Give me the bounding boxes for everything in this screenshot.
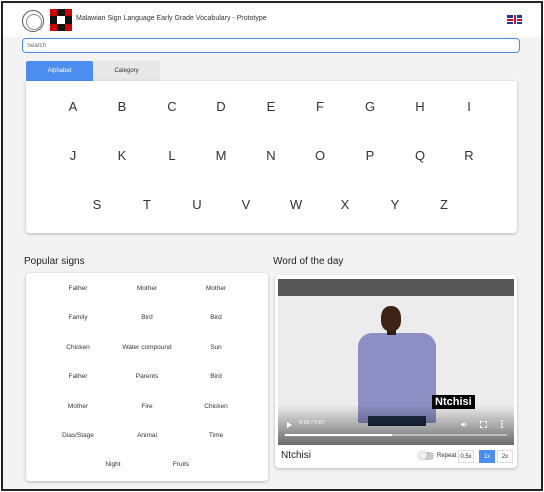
letter-z[interactable]: Z — [440, 197, 448, 212]
letter-p[interactable]: P — [366, 148, 375, 163]
repeat-label: Repeat — [437, 453, 457, 459]
letter-g[interactable]: G — [365, 99, 375, 114]
letter-a[interactable]: A — [69, 99, 78, 114]
sign-link[interactable]: Mother — [137, 285, 157, 292]
speed-2x-button[interactable]: 2x — [497, 450, 513, 463]
letter-c[interactable]: C — [167, 99, 176, 114]
search-input[interactable] — [22, 38, 520, 53]
letter-n[interactable]: N — [266, 148, 275, 163]
word-of-the-day-heading: Word of the day — [273, 256, 344, 267]
sign-link[interactable]: Mother — [206, 285, 226, 292]
letter-y[interactable]: Y — [391, 197, 400, 212]
video-time: 0:00 / 0:07 — [299, 420, 325, 426]
letter-d[interactable]: D — [216, 99, 225, 114]
checker-logo-icon — [50, 9, 72, 31]
speed-1x-button[interactable]: 1x — [479, 450, 495, 463]
sign-link[interactable]: Fruits — [173, 461, 189, 468]
letter-t[interactable]: T — [143, 197, 151, 212]
sign-link[interactable]: Time — [209, 432, 223, 439]
speed-0-5x-button[interactable]: 0.5x — [458, 450, 474, 463]
video-progress-fill — [285, 434, 392, 436]
repeat-toggle[interactable] — [418, 451, 434, 460]
sign-link[interactable]: Bird — [141, 314, 153, 321]
sign-video-player[interactable]: Ntchisi 0:00 / 0:07 — [278, 296, 514, 445]
letter-i[interactable]: I — [467, 99, 471, 114]
sign-link[interactable]: Sun — [210, 344, 222, 351]
letter-b[interactable]: B — [118, 99, 127, 114]
letter-x[interactable]: X — [341, 197, 350, 212]
sign-link[interactable]: Chicken — [204, 403, 227, 410]
sign-link[interactable]: Chicken — [66, 344, 89, 351]
sign-link[interactable]: Fire — [141, 403, 152, 410]
sign-link[interactable]: Animal — [137, 432, 157, 439]
sign-link[interactable]: Bird — [210, 373, 222, 380]
letter-f[interactable]: F — [316, 99, 324, 114]
uk-flag-icon[interactable] — [507, 15, 522, 24]
sign-link[interactable]: Bird — [210, 314, 222, 321]
app-window: Malawian Sign Language Early Grade Vocab… — [1, 1, 543, 491]
letter-o[interactable]: O — [315, 148, 325, 163]
fullscreen-icon[interactable] — [480, 421, 487, 428]
tab-category[interactable]: Category — [93, 61, 160, 81]
sign-link[interactable]: Water compound — [122, 344, 171, 351]
popular-signs-heading: Popular signs — [24, 256, 85, 267]
sign-link[interactable]: Family — [68, 314, 87, 321]
letter-u[interactable]: U — [192, 197, 201, 212]
letter-k[interactable]: K — [118, 148, 127, 163]
header: Malawian Sign Language Early Grade Vocab… — [3, 3, 541, 37]
tab-alphabet[interactable]: Alphabet — [26, 61, 93, 81]
letter-l[interactable]: L — [168, 148, 175, 163]
video-header-bar — [278, 279, 514, 296]
letter-m[interactable]: M — [216, 148, 227, 163]
app-title: Malawian Sign Language Early Grade Vocab… — [76, 15, 267, 22]
letter-q[interactable]: Q — [415, 148, 425, 163]
letter-w[interactable]: W — [290, 197, 302, 212]
play-icon[interactable] — [287, 422, 292, 428]
letter-r[interactable]: R — [464, 148, 473, 163]
letter-e[interactable]: E — [267, 99, 276, 114]
alphabet-panel: A B C D E F G H I J K L M N O P Q R S T … — [26, 81, 517, 233]
sign-link[interactable]: Parents — [136, 373, 158, 380]
sign-link[interactable]: Night — [105, 461, 120, 468]
word-of-the-day-label: Ntchisi — [281, 450, 312, 461]
word-of-the-day-panel: Ntchisi 0:00 / 0:07 Ntchisi Repeat 0.5x … — [275, 275, 517, 468]
more-options-icon[interactable] — [501, 420, 504, 429]
letter-s[interactable]: S — [93, 197, 102, 212]
sign-link[interactable]: Father — [69, 373, 88, 380]
letter-h[interactable]: H — [415, 99, 424, 114]
popular-signs-panel: Father Mother Mother Family Bird Bird Ch… — [26, 273, 268, 481]
seal-logo-icon — [22, 10, 44, 32]
sign-link[interactable]: Mother — [68, 403, 88, 410]
sign-link[interactable]: Dias/Stage — [62, 432, 94, 439]
video-progress-bar[interactable] — [285, 434, 507, 436]
letter-j[interactable]: J — [70, 148, 77, 163]
sign-link[interactable]: Father — [69, 285, 88, 292]
volume-icon[interactable] — [461, 421, 468, 428]
letter-v[interactable]: V — [242, 197, 251, 212]
